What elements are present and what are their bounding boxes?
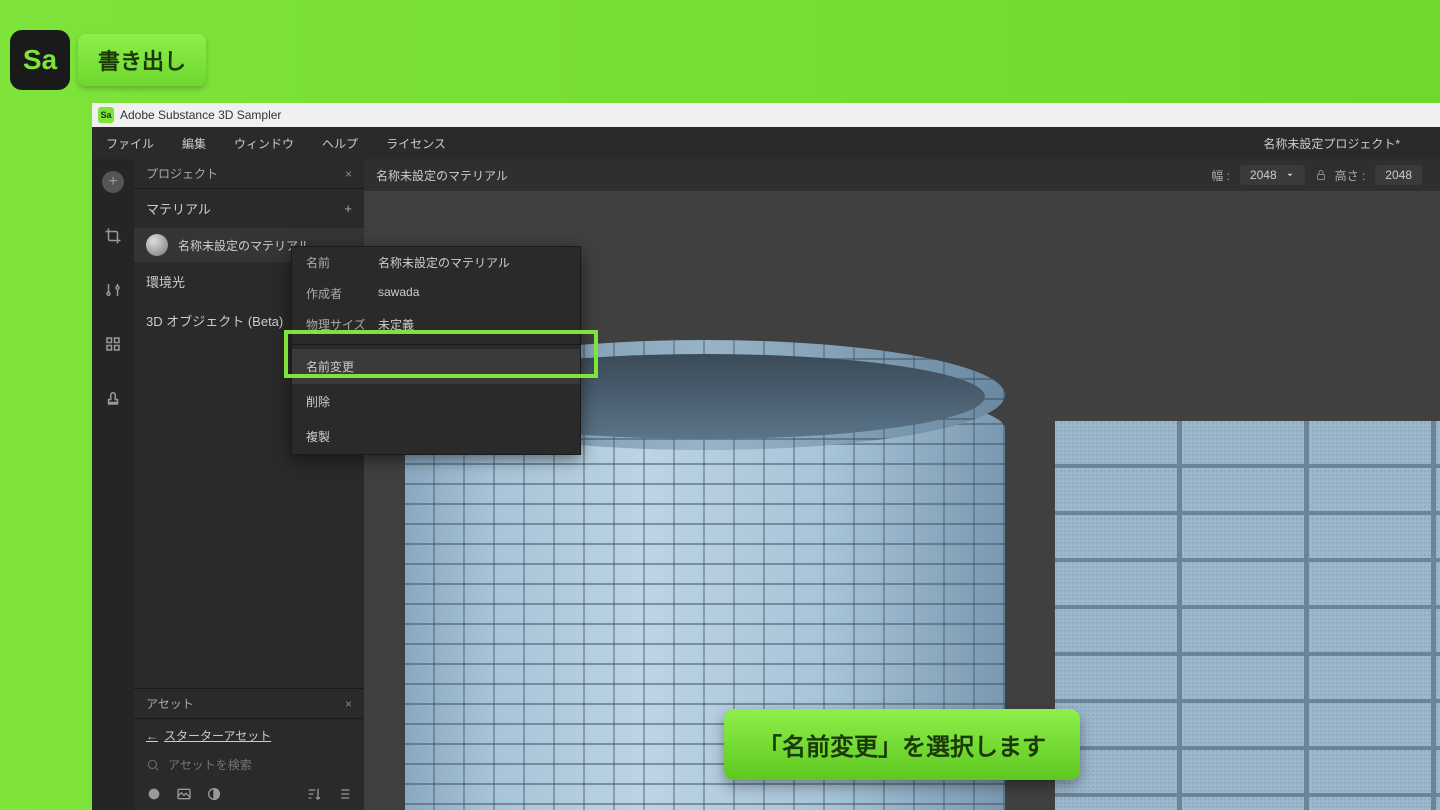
menu-window[interactable]: ウィンドウ xyxy=(220,135,308,152)
chevron-down-icon xyxy=(1285,170,1295,180)
project-panel-header: プロジェクト × xyxy=(134,159,364,189)
ctx-size-value: 未定義 xyxy=(378,316,414,333)
ctx-author-row: 作成者 sawada xyxy=(292,278,580,309)
ctx-delete-action[interactable]: 削除 xyxy=(292,384,580,419)
crop-tool[interactable] xyxy=(100,223,126,249)
back-arrow-icon: ← xyxy=(146,729,158,743)
ctx-author-label: 作成者 xyxy=(306,285,378,302)
lock-icon xyxy=(1315,169,1327,181)
ctx-size-row: 物理サイズ 未定義 xyxy=(292,309,580,340)
height-label: 高さ : xyxy=(1335,167,1366,184)
materials-section-header: マテリアル + xyxy=(134,189,364,228)
list-view-button[interactable] xyxy=(336,786,352,802)
ctx-rename-action[interactable]: 名前変更 xyxy=(292,349,580,384)
material-swatch-icon xyxy=(146,234,168,256)
ctx-divider xyxy=(292,344,580,345)
crop-icon xyxy=(104,227,122,245)
instruction-callout: 「名前変更」を選択します xyxy=(724,709,1080,780)
logo-badge: Sa 書き出し xyxy=(10,30,206,90)
filter-contrast-icon[interactable] xyxy=(206,786,222,802)
height-select[interactable]: 2048 xyxy=(1375,165,1422,185)
2d-tile-preview xyxy=(1055,421,1440,810)
close-panel-button[interactable]: × xyxy=(345,167,352,181)
add-button[interactable]: + xyxy=(100,169,126,195)
filter-sphere-icon[interactable] xyxy=(146,786,162,802)
sliders-icon xyxy=(104,281,122,299)
width-label: 幅 : xyxy=(1211,167,1230,184)
ctx-size-label: 物理サイズ xyxy=(306,316,378,333)
asset-panel: アセット × ← スターターアセット xyxy=(134,688,364,810)
titlebar-app-icon: Sa xyxy=(98,107,114,123)
menu-license[interactable]: ライセンス xyxy=(372,135,460,152)
menu-bar: ファイル 編集 ウィンドウ ヘルプ ライセンス 名称未設定プロジェクト* xyxy=(92,127,1440,159)
ctx-duplicate-action[interactable]: 複製 xyxy=(292,419,580,454)
starter-assets-label: スターターアセット xyxy=(164,727,271,744)
add-material-button[interactable]: + xyxy=(344,201,352,216)
starter-assets-link[interactable]: ← スターターアセット xyxy=(134,719,364,752)
asset-filter-row xyxy=(134,778,364,810)
close-asset-panel-button[interactable]: × xyxy=(345,697,352,711)
filter-image-icon[interactable] xyxy=(176,786,192,802)
app-logo-icon: Sa xyxy=(10,30,70,90)
adjust-tool[interactable] xyxy=(100,277,126,303)
menu-help[interactable]: ヘルプ xyxy=(308,135,372,152)
ctx-name-label: 名前 xyxy=(306,254,378,271)
height-value: 2048 xyxy=(1385,168,1412,182)
project-title: 名称未設定プロジェクト* xyxy=(1263,135,1440,152)
context-menu: 名前 名称未設定のマテリアル 作成者 sawada 物理サイズ 未定義 名前変更… xyxy=(291,246,581,455)
asset-search-input[interactable] xyxy=(168,758,352,772)
stamp-icon xyxy=(104,389,122,407)
asset-search-row xyxy=(134,752,364,778)
tool-strip: + xyxy=(92,159,134,810)
ctx-name-row: 名前 名称未設定のマテリアル xyxy=(292,247,580,278)
search-icon xyxy=(146,758,160,772)
width-select[interactable]: 2048 xyxy=(1240,165,1305,185)
viewport-title: 名称未設定のマテリアル xyxy=(376,167,508,184)
stamp-tool[interactable] xyxy=(100,385,126,411)
materials-label: マテリアル xyxy=(146,199,211,218)
window-title: Adobe Substance 3D Sampler xyxy=(120,108,281,122)
width-value: 2048 xyxy=(1250,168,1277,182)
window-titlebar: Sa Adobe Substance 3D Sampler xyxy=(92,103,1440,127)
asset-panel-header: アセット × xyxy=(134,689,364,719)
viewport-header: 名称未設定のマテリアル 幅 : 2048 高さ : 2048 xyxy=(364,159,1440,191)
grid-icon xyxy=(104,335,122,353)
asset-panel-label: アセット xyxy=(146,695,194,712)
menu-file[interactable]: ファイル xyxy=(92,135,168,152)
app-window: Sa Adobe Substance 3D Sampler ファイル 編集 ウィ… xyxy=(92,103,1440,810)
plus-icon: + xyxy=(102,171,124,193)
ctx-author-value: sawada xyxy=(378,285,419,302)
grid-tool[interactable] xyxy=(100,331,126,357)
menu-edit[interactable]: 編集 xyxy=(168,135,220,152)
tutorial-title: 書き出し xyxy=(78,34,206,86)
lock-aspect-button[interactable] xyxy=(1315,169,1327,181)
tutorial-header: Sa 書き出し xyxy=(0,0,1440,103)
sort-button[interactable] xyxy=(306,786,322,802)
ctx-name-value: 名称未設定のマテリアル xyxy=(378,254,510,271)
project-panel-label: プロジェクト xyxy=(146,165,218,182)
